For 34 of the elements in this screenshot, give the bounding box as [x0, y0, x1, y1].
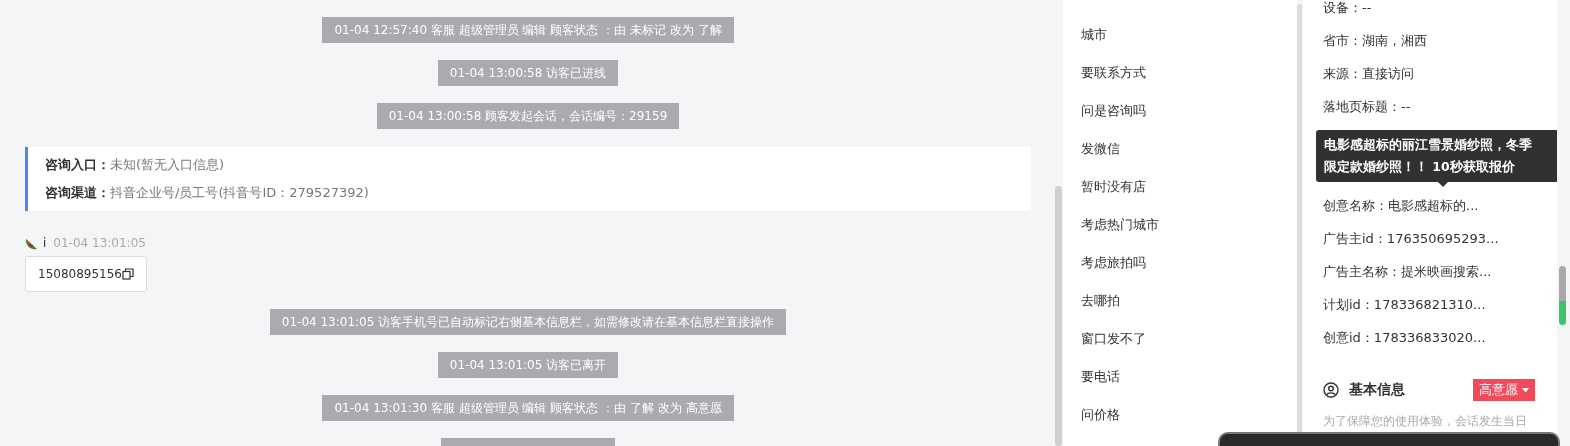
system-message: 01-04 13:00:58 顾客发起会话，会话编号：29159: [376, 102, 680, 129]
quick-reply[interactable]: 要联系方式: [1081, 54, 1297, 92]
message-time: 01-04 13:01:05: [53, 235, 146, 250]
entry-info: 咨询入口：未知(暂无入口信息): [45, 155, 226, 174]
system-message: 01-04 13:01:30 客服 超级管理员 编辑 顾客状态 ：由 了解 改为 高意愿: [322, 394, 734, 421]
quick-reply[interactable]: 考虑热门城市: [1081, 206, 1297, 244]
info-field: 来源：直接访问: [1323, 57, 1557, 90]
info-field: 创意id：178336833020...: [1323, 321, 1557, 354]
sender-name: i: [43, 235, 47, 250]
info-field: 省市：湖南，湘西: [1323, 24, 1557, 57]
info-field: 创意名称：电影感超标的...: [1323, 189, 1557, 222]
quick-reply[interactable]: 问价格: [1081, 396, 1297, 434]
quick-reply[interactable]: 要电话: [1081, 358, 1297, 396]
system-message: 01-04 13:01:05 访客手机号已自动标记右侧基本信息栏，如需修改请在基本信息栏直接操作: [269, 308, 787, 335]
system-message: 01-04 13:00:58 访客已进线: [437, 59, 619, 86]
info-field: 落地页标题：--: [1323, 90, 1557, 123]
system-message: 01-04 13:01:05 访客已离开: [437, 351, 619, 378]
quick-reply[interactable]: 发微信: [1081, 130, 1297, 168]
info-field: 广告主id：176350695293...: [1323, 222, 1557, 255]
message-text: 15080895156: [38, 266, 122, 281]
entry-info: 咨询渠道：抖音企业号/员工号(抖音号ID：279527392): [45, 183, 370, 202]
quick-reply[interactable]: 窗口发不了: [1081, 320, 1297, 358]
quick-reply[interactable]: 暂时没有店: [1081, 168, 1297, 206]
status-dropdown[interactable]: 高意愿: [1473, 379, 1535, 401]
quick-reply[interactable]: 考虑旅拍吗: [1081, 244, 1297, 282]
section-title: 基本信息: [1349, 381, 1405, 399]
info-field: 计划id：178336821310...: [1323, 288, 1557, 321]
quick-reply[interactable]: 问是咨询吗: [1081, 92, 1297, 130]
quick-reply[interactable]: 去哪拍: [1081, 282, 1297, 320]
system-message: 01-04 12:57:40 客服 超级管理员 编辑 顾客状态 ：由 未标记 改为 了解: [322, 16, 734, 43]
info-field: 设备：--: [1323, 0, 1557, 24]
info-field: 广告主名称：提米映画搜索...: [1323, 255, 1557, 288]
notice-text: 为了保障您的使用体验，会话发生当日: [1323, 413, 1528, 430]
quick-reply[interactable]: 城市: [1081, 16, 1297, 54]
